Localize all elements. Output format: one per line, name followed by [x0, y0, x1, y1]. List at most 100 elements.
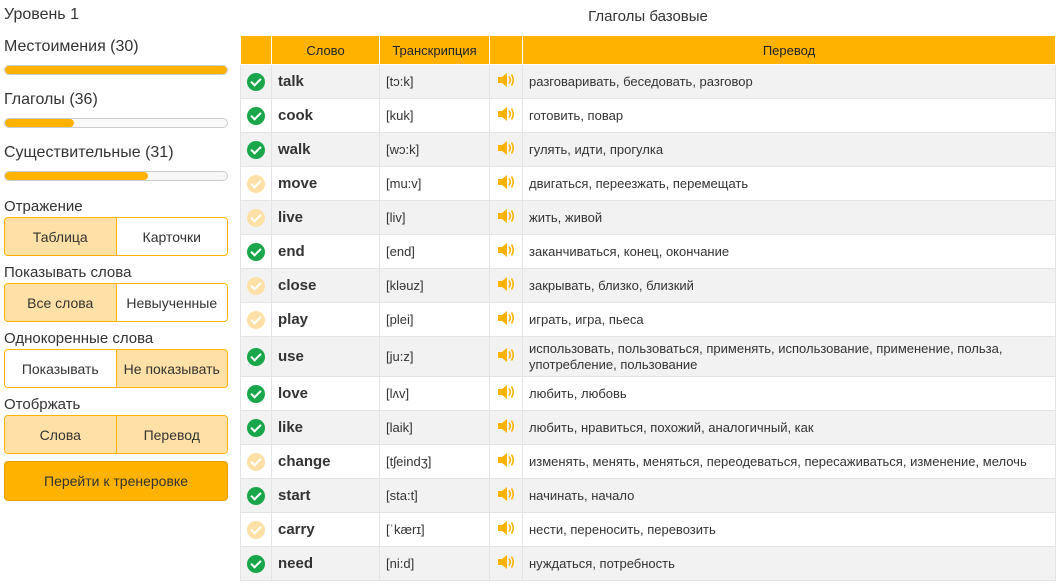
category-progress-bar: [4, 118, 228, 128]
word-cell: walk: [271, 132, 380, 167]
show-label: Отобржать: [4, 396, 81, 413]
translation-column-header: Перевод: [522, 35, 1056, 65]
transcription-cell: [tʃeindʒ]: [379, 444, 490, 479]
check-circle-icon[interactable]: [247, 384, 265, 403]
sound-cell: [489, 200, 523, 235]
category-pronouns[interactable]: Местоимения (30): [4, 38, 228, 75]
word-cell: move: [271, 166, 380, 201]
speaker-icon[interactable]: [496, 451, 516, 472]
sound-cell: [489, 336, 523, 377]
show-cognates-button[interactable]: Показывать: [5, 350, 116, 387]
table-row: talk [tɔ:k] разговаривать, беседовать, раз…: [240, 64, 1056, 99]
status-cell: [240, 132, 272, 167]
check-circle-pending-icon[interactable]: [247, 452, 265, 471]
check-circle-icon[interactable]: [247, 242, 265, 261]
speaker-icon[interactable]: [496, 309, 516, 330]
show-toggle: Слова Перевод: [4, 415, 228, 454]
category-label: Местоимения (30): [4, 38, 139, 55]
table-row: like [laik] любить, нравиться, похожий, ан…: [240, 410, 1056, 445]
translation-cell: двигаться, переезжать, перемещать: [522, 166, 1056, 201]
word-cell: need: [271, 546, 380, 581]
speaker-icon[interactable]: [496, 207, 516, 228]
transcription-cell: [liv]: [379, 200, 490, 235]
translation-cell: любить, нравиться, похожий, аналогичный,…: [522, 410, 1056, 445]
cognates-toggle: Показывать Не показывать: [4, 349, 228, 388]
check-circle-pending-icon[interactable]: [247, 310, 265, 329]
speaker-icon[interactable]: [496, 417, 516, 438]
sound-cell: [489, 410, 523, 445]
unlearned-words-button[interactable]: Невыученные: [115, 284, 227, 321]
table-row: close [kləuz] закрывать, близко, близкий: [240, 268, 1056, 303]
speaker-icon[interactable]: [496, 485, 516, 506]
table-row: cook [kuk] готовить, повар: [240, 98, 1056, 133]
translation-cell: начинать, начало: [522, 478, 1056, 513]
check-circle-pending-icon[interactable]: [247, 174, 265, 193]
check-circle-icon[interactable]: [247, 418, 265, 437]
word-cell: carry: [271, 512, 380, 547]
sound-column-header: [489, 35, 523, 65]
start-training-button[interactable]: Перейти к тренеровке: [4, 461, 228, 501]
status-cell: [240, 410, 272, 445]
speaker-icon[interactable]: [496, 71, 516, 92]
status-cell: [240, 166, 272, 201]
show-translation-button[interactable]: Перевод: [115, 416, 227, 453]
speaker-icon[interactable]: [496, 105, 516, 126]
check-circle-icon[interactable]: [247, 554, 265, 573]
display-cards-button[interactable]: Карточки: [115, 218, 227, 255]
category-verbs[interactable]: Глаголы (36): [4, 91, 228, 128]
transcription-cell: [lʌv]: [379, 376, 490, 411]
check-circle-icon[interactable]: [247, 72, 265, 91]
transcription-cell: [ni:d]: [379, 546, 490, 581]
table-row: carry [ˈkærɪ] нести, переносить, перевозит…: [240, 512, 1056, 547]
word-cell: change: [271, 444, 380, 479]
status-cell: [240, 376, 272, 411]
check-circle-icon[interactable]: [247, 106, 265, 125]
translation-cell: жить, живой: [522, 200, 1056, 235]
transcription-cell: [laik]: [379, 410, 490, 445]
level-title: Уровень 1: [4, 6, 79, 23]
check-circle-pending-icon[interactable]: [247, 276, 265, 295]
word-cell: start: [271, 478, 380, 513]
category-nouns[interactable]: Существительные (31): [4, 144, 228, 181]
status-cell: [240, 444, 272, 479]
sound-cell: [489, 444, 523, 479]
translation-cell: любить, любовь: [522, 376, 1056, 411]
speaker-icon[interactable]: [496, 241, 516, 262]
speaker-icon[interactable]: [496, 139, 516, 160]
translation-cell: нести, переносить, перевозить: [522, 512, 1056, 547]
speaker-icon[interactable]: [496, 553, 516, 574]
sound-cell: [489, 478, 523, 513]
speaker-icon[interactable]: [496, 383, 516, 404]
speaker-icon[interactable]: [496, 519, 516, 540]
translation-cell: изменять, менять, меняться, переодеватьс…: [522, 444, 1056, 479]
table-row: start [sta:t] начинать, начало: [240, 478, 1056, 513]
table-row: need [ni:d] нуждаться, потребность: [240, 546, 1056, 581]
speaker-icon[interactable]: [496, 173, 516, 194]
status-cell: [240, 64, 272, 99]
check-circle-icon[interactable]: [247, 486, 265, 505]
translation-cell: использовать, пользоваться, применять, и…: [522, 336, 1056, 377]
page-title: Глаголы базовые: [588, 8, 708, 25]
check-circle-pending-icon[interactable]: [247, 520, 265, 539]
transcription-cell: [sta:t]: [379, 478, 490, 513]
all-words-button[interactable]: Все слова: [5, 284, 116, 321]
check-circle-icon[interactable]: [247, 347, 265, 366]
speaker-icon[interactable]: [496, 275, 516, 296]
check-circle-icon[interactable]: [247, 140, 265, 159]
hide-cognates-button[interactable]: Не показывать: [115, 350, 227, 387]
show-words-toggle: Все слова Невыученные: [4, 283, 228, 322]
progress-fill: [5, 119, 74, 127]
display-table-button[interactable]: Таблица: [5, 218, 116, 255]
status-cell: [240, 234, 272, 269]
show-words-button[interactable]: Слова: [5, 416, 116, 453]
speaker-icon[interactable]: [496, 346, 516, 367]
status-cell: [240, 302, 272, 337]
word-cell: close: [271, 268, 380, 303]
sound-cell: [489, 512, 523, 547]
translation-cell: нуждаться, потребность: [522, 546, 1056, 581]
translation-cell: закрывать, близко, близкий: [522, 268, 1056, 303]
status-cell: [240, 98, 272, 133]
transcription-cell: [ju:z]: [379, 336, 490, 377]
transcription-cell: [kuk]: [379, 98, 490, 133]
check-circle-pending-icon[interactable]: [247, 208, 265, 227]
